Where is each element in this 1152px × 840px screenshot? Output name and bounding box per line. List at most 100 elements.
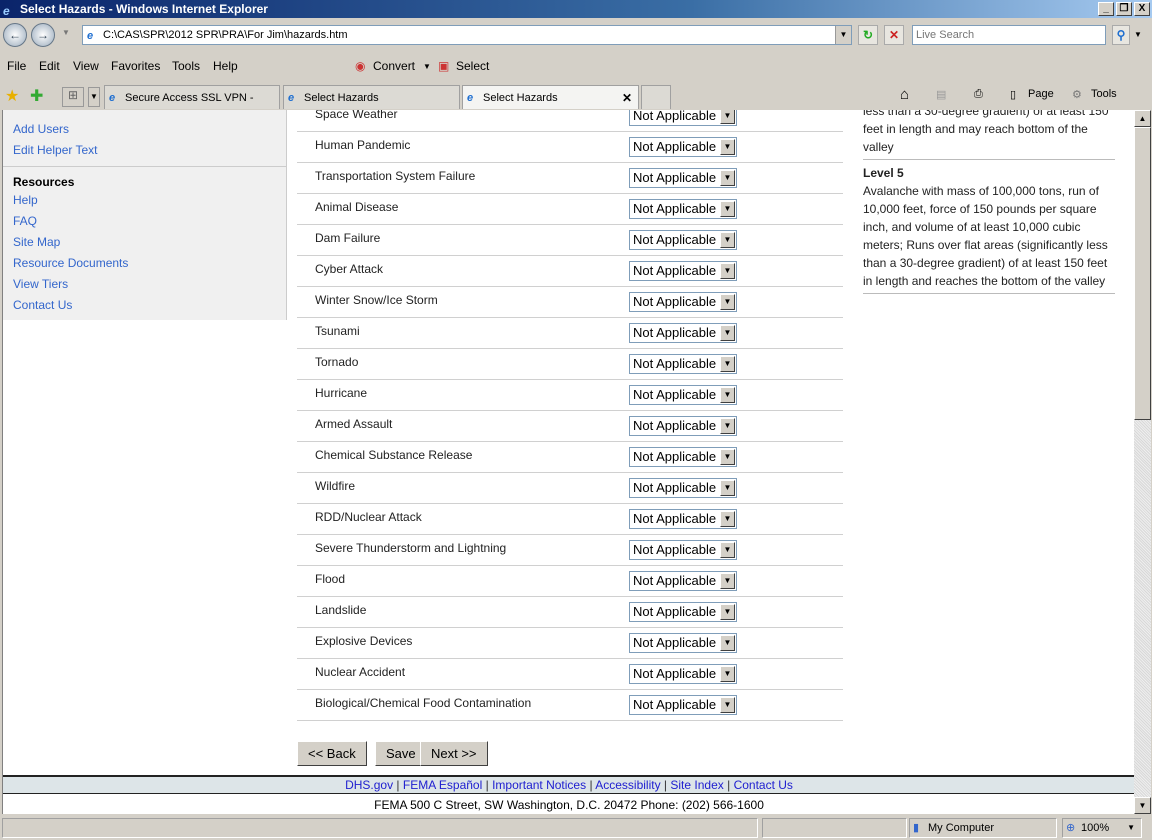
chevron-down-icon[interactable]: ▼ — [720, 232, 735, 248]
chevron-down-icon[interactable]: ▼ — [720, 170, 735, 186]
hazard-level-select[interactable]: Not Applicable ▼ — [629, 261, 737, 281]
chevron-down-icon[interactable]: ▼ — [720, 635, 735, 651]
stop-icon[interactable]: ✕ — [884, 25, 904, 45]
chevron-down-icon[interactable]: ▼ — [720, 697, 735, 713]
chevron-down-icon[interactable]: ▼ — [720, 294, 735, 310]
feeds-icon[interactable]: ▤ — [936, 88, 946, 101]
footer-link-dhs[interactable]: DHS.gov — [345, 778, 393, 792]
scroll-down-icon[interactable]: ▼ — [1134, 797, 1151, 814]
address-dropdown-icon[interactable]: ▼ — [835, 26, 851, 44]
hazard-level-select[interactable]: Not Applicable ▼ — [629, 292, 737, 312]
hazard-level-select[interactable]: Not Applicable ▼ — [629, 571, 737, 591]
zoom-level[interactable]: ⊕ 100% ▼ — [1062, 818, 1142, 838]
minimize-button[interactable]: _ — [1098, 2, 1114, 16]
new-tab-button[interactable] — [641, 85, 671, 109]
chevron-down-icon[interactable]: ▼ — [720, 511, 735, 527]
chevron-down-icon[interactable]: ▼ — [720, 604, 735, 620]
search-options-icon[interactable]: ▼ — [1134, 30, 1142, 39]
footer-link-site-index[interactable]: Site Index — [670, 778, 723, 792]
tab-secure-access[interactable]: eSecure Access SSL VPN - Home — [104, 85, 280, 128]
print-icon[interactable]: ⎙ — [974, 88, 983, 101]
chevron-down-icon[interactable]: ▼ — [720, 418, 735, 434]
back-nav-button[interactable]: ← — [3, 23, 27, 47]
hazard-level-select[interactable]: Not Applicable ▼ — [629, 199, 737, 219]
zoom-dropdown-icon[interactable]: ▼ — [1127, 819, 1135, 837]
chevron-down-icon[interactable]: ▼ — [720, 356, 735, 372]
save-button[interactable]: Save — [375, 741, 427, 766]
hazard-level-select[interactable]: Not Applicable ▼ — [629, 385, 737, 405]
convert-dropdown-icon[interactable]: ▼ — [423, 62, 431, 71]
hazard-level-select[interactable]: Not Applicable ▼ — [629, 633, 737, 653]
sidebar-link-add-users[interactable]: Add Users — [13, 122, 69, 136]
address-input[interactable]: e C:\CAS\SPR\2012 SPR\PRA\For Jim\hazards… — [82, 25, 852, 45]
chevron-down-icon[interactable]: ▼ — [720, 201, 735, 217]
chevron-down-icon[interactable]: ▼ — [720, 110, 735, 124]
hazard-level-select[interactable]: Not Applicable ▼ — [629, 695, 737, 715]
search-icon[interactable]: ⚲ — [1112, 25, 1130, 45]
menu-edit[interactable]: Edit — [39, 59, 60, 73]
hazard-level-select[interactable]: Not Applicable ▼ — [629, 447, 737, 467]
chevron-down-icon[interactable]: ▼ — [720, 263, 735, 279]
chevron-down-icon[interactable]: ▼ — [720, 480, 735, 496]
tools-menu[interactable]: Tools — [1091, 88, 1117, 100]
sidebar-link-help[interactable]: Help — [13, 193, 38, 207]
forward-nav-button[interactable]: → — [31, 23, 55, 47]
hazard-level-select[interactable]: Not Applicable ▼ — [629, 416, 737, 436]
favorites-star-icon[interactable]: ★ — [5, 86, 19, 106]
chevron-down-icon[interactable]: ▼ — [720, 573, 735, 589]
tab-list-icon[interactable]: ▼ — [88, 87, 100, 107]
menu-favorites[interactable]: Favorites — [111, 59, 160, 73]
chevron-down-icon[interactable]: ▼ — [720, 542, 735, 558]
menu-file[interactable]: File — [7, 59, 26, 73]
menu-tools[interactable]: Tools — [172, 59, 200, 73]
refresh-icon[interactable]: ↻ — [858, 25, 878, 45]
chevron-down-icon[interactable]: ▼ — [720, 325, 735, 341]
menu-view[interactable]: View — [73, 59, 99, 73]
footer-link-contact-us[interactable]: Contact Us — [734, 778, 793, 792]
menu-help[interactable]: Help — [213, 59, 238, 73]
vertical-scrollbar[interactable]: ▲ ▼ — [1134, 110, 1151, 814]
scroll-thumb[interactable] — [1134, 127, 1151, 420]
sidebar-link-edit-helper-text[interactable]: Edit Helper Text — [13, 143, 98, 157]
restore-button[interactable]: ❐ — [1116, 2, 1132, 16]
close-tab-icon[interactable]: ✕ — [622, 86, 632, 110]
hazard-level-select[interactable]: Not Applicable ▼ — [629, 110, 737, 126]
footer-link-fema-espanol[interactable]: FEMA Español — [403, 778, 482, 792]
sidebar-link-view-tiers[interactable]: View Tiers — [13, 277, 68, 291]
hazard-level-select[interactable]: Not Applicable ▼ — [629, 664, 737, 684]
sidebar-link-faq[interactable]: FAQ — [13, 214, 37, 228]
home-icon[interactable]: ⌂ — [900, 86, 909, 103]
search-input[interactable] — [912, 25, 1106, 45]
select-button[interactable]: Select — [456, 59, 489, 73]
quick-tabs-icon[interactable]: ⊞ — [62, 87, 84, 107]
close-window-button[interactable]: X — [1134, 2, 1150, 16]
chevron-down-icon[interactable]: ▼ — [720, 449, 735, 465]
chevron-down-icon[interactable]: ▼ — [720, 666, 735, 682]
hazard-level-select[interactable]: Not Applicable ▼ — [629, 354, 737, 374]
tab-select-hazards-1[interactable]: e Select Hazards — [283, 85, 460, 109]
footer-link-accessibility[interactable]: Accessibility — [595, 778, 660, 792]
footer-link-important-notices[interactable]: Important Notices — [492, 778, 586, 792]
hazard-level-select[interactable]: Not Applicable ▼ — [629, 230, 737, 250]
sidebar-link-contact-us[interactable]: Contact Us — [13, 298, 72, 312]
convert-button[interactable]: Convert — [373, 59, 415, 73]
next-button[interactable]: Next >> — [420, 741, 488, 766]
hazard-level-select[interactable]: Not Applicable ▼ — [629, 137, 737, 157]
hazard-level-select[interactable]: Not Applicable ▼ — [629, 509, 737, 529]
tab-select-hazards-active[interactable]: e Select Hazards ✕ — [462, 85, 639, 109]
hazard-level-select[interactable]: Not Applicable ▼ — [629, 540, 737, 560]
hazard-level-select[interactable]: Not Applicable ▼ — [629, 168, 737, 188]
add-favorite-icon[interactable]: ✚ — [30, 86, 43, 106]
hazard-level-select[interactable]: Not Applicable ▼ — [629, 323, 737, 343]
hazard-level-select[interactable]: Not Applicable ▼ — [629, 478, 737, 498]
level-description: Avalanche with mass of 100,000 tons, run… — [863, 184, 1108, 288]
page-menu[interactable]: Page — [1028, 88, 1054, 100]
sidebar-link-site-map[interactable]: Site Map — [13, 235, 60, 249]
sidebar-link-resource-documents[interactable]: Resource Documents — [13, 256, 128, 270]
scroll-up-icon[interactable]: ▲ — [1134, 110, 1151, 127]
chevron-down-icon[interactable]: ▼ — [720, 387, 735, 403]
hazard-level-select[interactable]: Not Applicable ▼ — [629, 602, 737, 622]
back-button[interactable]: << Back — [297, 741, 367, 766]
history-dropdown-icon[interactable]: ▼ — [62, 28, 70, 37]
chevron-down-icon[interactable]: ▼ — [720, 139, 735, 155]
